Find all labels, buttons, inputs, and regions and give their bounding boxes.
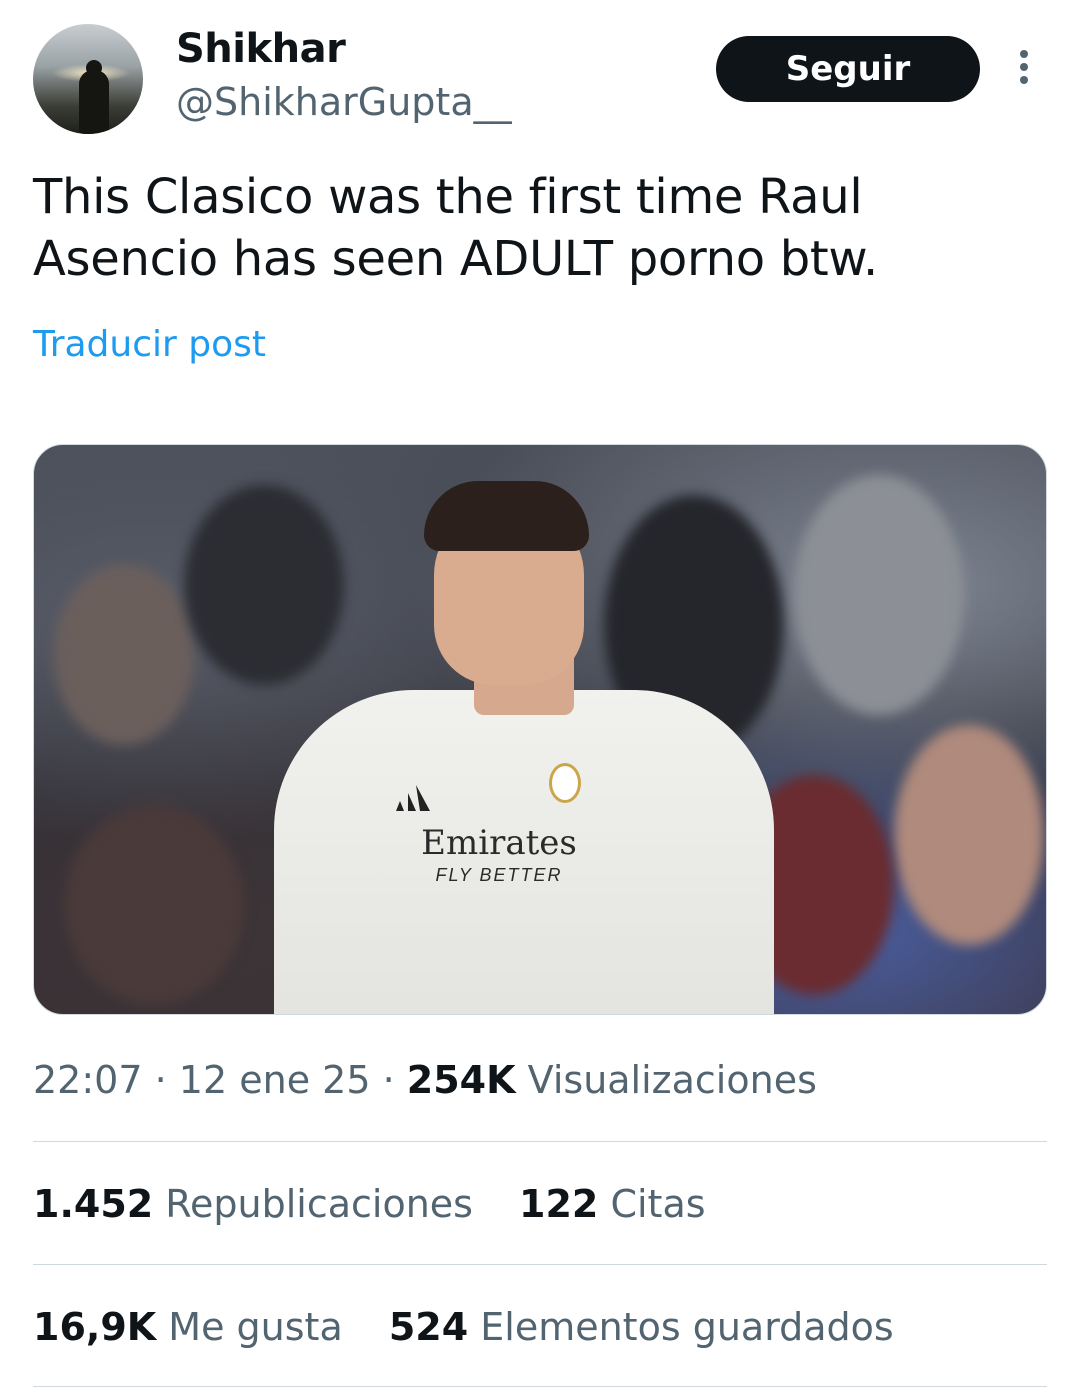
crowd-figure — [184, 485, 344, 685]
author-name[interactable]: Shikhar — [176, 26, 346, 72]
more-dot — [1020, 50, 1028, 58]
bookmarks-count: 524 — [388, 1305, 469, 1349]
avatar[interactable] — [33, 24, 143, 134]
quotes-count: 122 — [519, 1182, 599, 1226]
author-handle[interactable]: @ShikharGupta__ — [176, 80, 512, 124]
translate-post-link[interactable]: Traducir post — [33, 324, 266, 365]
crowd-figure — [64, 805, 244, 1005]
tweet-media-image[interactable]: Emirates FLY BETTER — [33, 444, 1047, 1015]
more-dot — [1020, 76, 1028, 84]
likes-count: 16,9K — [33, 1305, 157, 1349]
shirt-tagline: FLY BETTER — [435, 865, 563, 885]
divider — [33, 1264, 1047, 1265]
stats-row-reposts: 1.452 Republicaciones 122 Citas — [33, 1182, 706, 1226]
avatar-figure — [79, 70, 109, 134]
more-dot — [1020, 63, 1028, 71]
club-crest-icon — [549, 763, 581, 803]
tweet-meta: 22:07 · 12 ene 25 · 254K Visualizaciones — [33, 1058, 817, 1102]
follow-button[interactable]: Seguir — [716, 36, 980, 102]
bookmarks-stat[interactable]: 524 Elementos guardados — [389, 1305, 894, 1349]
meta-separator: · — [382, 1058, 395, 1102]
bookmarks-label: Elementos guardados — [480, 1305, 894, 1349]
crowd-figure — [794, 475, 964, 715]
stats-row-likes: 16,9K Me gusta 524 Elementos guardados — [33, 1305, 894, 1349]
quotes-label: Citas — [610, 1182, 706, 1226]
tweet-text: This Clasico was the first time Raul Ase… — [33, 169, 878, 287]
divider — [33, 1386, 1047, 1387]
views-count: 254K — [406, 1058, 516, 1102]
crowd-figure — [894, 725, 1044, 945]
divider — [33, 1141, 1047, 1142]
shirt-sponsor: Emirates — [421, 823, 577, 863]
tweet-detail: Shikhar @ShikharGupta__ Seguir This Clas… — [0, 0, 1080, 1390]
more-vertical-icon[interactable] — [1012, 50, 1036, 90]
views-label: Visualizaciones — [527, 1058, 817, 1102]
meta-separator: · — [154, 1058, 167, 1102]
reposts-count: 1.452 — [33, 1182, 154, 1226]
tweet-time[interactable]: 22:07 — [33, 1058, 143, 1102]
likes-label: Me gusta — [168, 1305, 343, 1349]
player-hair — [424, 481, 589, 551]
crowd-figure — [54, 565, 194, 745]
tweet-date[interactable]: 12 ene 25 — [179, 1058, 371, 1102]
reposts-stat[interactable]: 1.452 Republicaciones — [33, 1182, 473, 1226]
reposts-label: Republicaciones — [165, 1182, 473, 1226]
adidas-logo-icon — [396, 785, 430, 811]
quotes-stat[interactable]: 122 Citas — [519, 1182, 706, 1226]
likes-stat[interactable]: 16,9K Me gusta — [33, 1305, 343, 1349]
